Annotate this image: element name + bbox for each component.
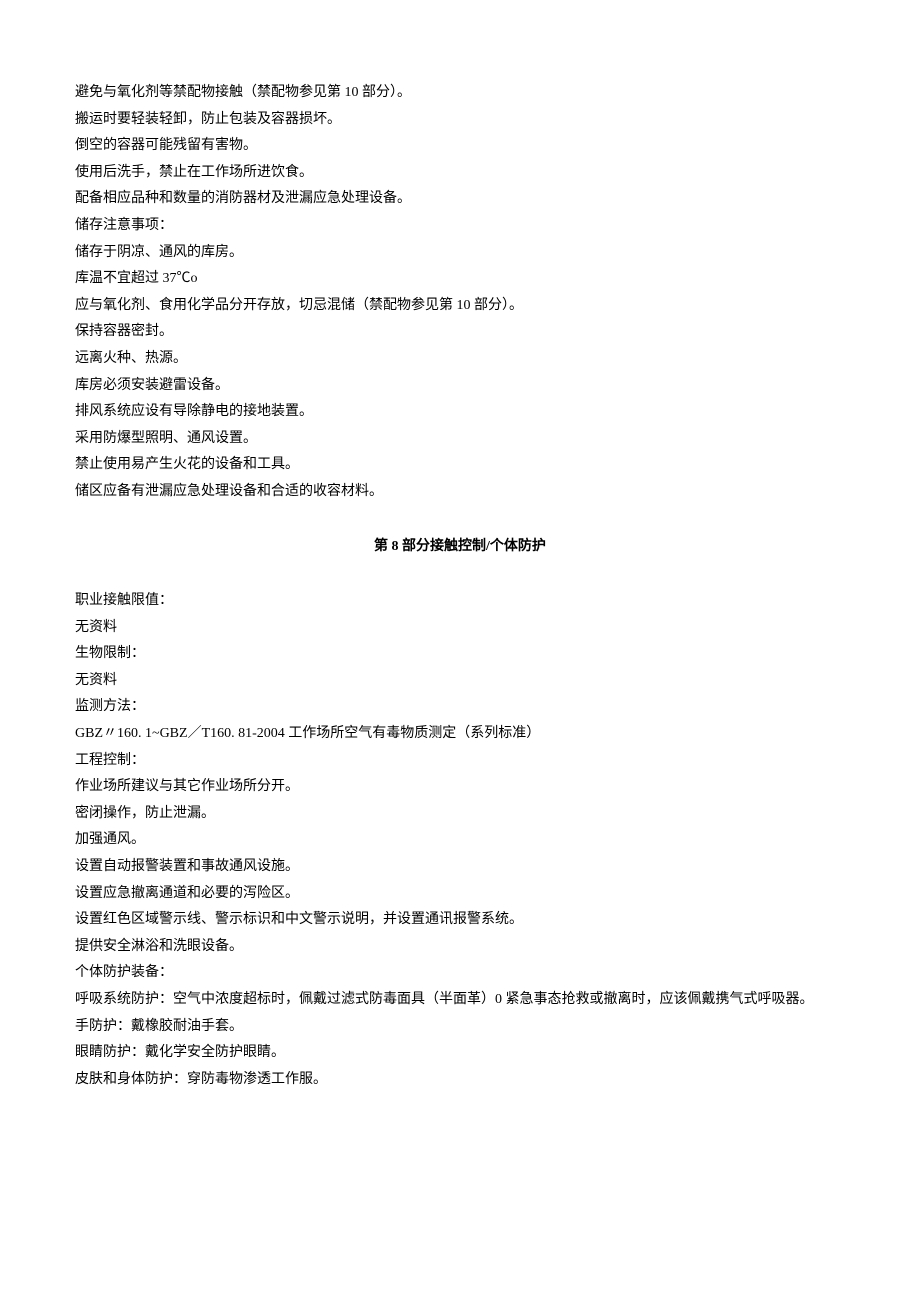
title-number: 8 bbox=[392, 539, 399, 554]
text-line: 提供安全淋浴和洗眼设备。 bbox=[75, 934, 845, 961]
text-line: 库温不宜超过 37℃o bbox=[75, 266, 845, 293]
text-line: 排风系统应设有导除静电的接地装置。 bbox=[75, 399, 845, 426]
text-line: 远离火种、热源。 bbox=[75, 346, 845, 373]
text-line: 加强通风。 bbox=[75, 827, 845, 854]
text-line: 倒空的容器可能残留有害物。 bbox=[75, 133, 845, 160]
text-line: 皮肤和身体防护：穿防毒物渗透工作服。 bbox=[75, 1067, 845, 1094]
text-line: 设置应急撤离通道和必要的泻险区。 bbox=[75, 881, 845, 908]
text-line: 职业接触限值： bbox=[75, 588, 845, 615]
text-line: 个体防护装备： bbox=[75, 960, 845, 987]
title-suffix: 部分接触控制/个体防护 bbox=[399, 539, 546, 554]
text-line: 采用防爆型照明、通风设置。 bbox=[75, 426, 845, 453]
text-line: 储区应备有泄漏应急处理设备和合适的收容材料。 bbox=[75, 479, 845, 506]
text-line: 密闭操作，防止泄漏。 bbox=[75, 801, 845, 828]
text-line: 眼睛防护：戴化学安全防护眼睛。 bbox=[75, 1040, 845, 1067]
text-line: 保持容器密封。 bbox=[75, 319, 845, 346]
text-line: 生物限制： bbox=[75, 641, 845, 668]
text-line: 无资料 bbox=[75, 615, 845, 642]
text-line: 作业场所建议与其它作业场所分开。 bbox=[75, 774, 845, 801]
text-line: 手防护：戴橡胶耐油手套。 bbox=[75, 1014, 845, 1041]
text-line: 呼吸系统防护：空气中浓度超标时，佩戴过滤式防毒面具（半面革）0 紧急事态抢救或撤… bbox=[75, 987, 845, 1014]
title-prefix: 第 bbox=[374, 539, 392, 554]
document-body: 避免与氧化剂等禁配物接触（禁配物参见第 10 部分）。 搬运时要轻装轻卸，防止包… bbox=[75, 80, 845, 1093]
section-content-2: 职业接触限值： 无资料 生物限制： 无资料 监测方法： GBZ〃160. 1~G… bbox=[75, 588, 845, 1093]
text-line: 搬运时要轻装轻卸，防止包装及容器损坏。 bbox=[75, 107, 845, 134]
text-line: 避免与氧化剂等禁配物接触（禁配物参见第 10 部分）。 bbox=[75, 80, 845, 107]
text-line: 配备相应品种和数量的消防器材及泄漏应急处理设备。 bbox=[75, 186, 845, 213]
text-line: 禁止使用易产生火花的设备和工具。 bbox=[75, 452, 845, 479]
text-line: 应与氧化剂、食用化学品分开存放，切忌混储（禁配物参见第 10 部分）。 bbox=[75, 293, 845, 320]
text-line: 工程控制： bbox=[75, 748, 845, 775]
text-line: 无资料 bbox=[75, 668, 845, 695]
text-line: 监测方法： bbox=[75, 694, 845, 721]
text-line: 库房必须安装避雷设备。 bbox=[75, 373, 845, 400]
text-line: 储存注意事项： bbox=[75, 213, 845, 240]
text-line: 设置红色区域警示线、警示标识和中文警示说明，并设置通讯报警系统。 bbox=[75, 907, 845, 934]
text-line: 设置自动报警装置和事故通风设施。 bbox=[75, 854, 845, 881]
text-line: GBZ〃160. 1~GBZ／T160. 81-2004 工作场所空气有毒物质测… bbox=[75, 721, 845, 748]
text-line: 储存于阴凉、通风的库房。 bbox=[75, 240, 845, 267]
text-line: 使用后洗手，禁止在工作场所进饮食。 bbox=[75, 160, 845, 187]
section-content-1: 避免与氧化剂等禁配物接触（禁配物参见第 10 部分）。 搬运时要轻装轻卸，防止包… bbox=[75, 80, 845, 506]
section-8-title: 第 8 部分接触控制/个体防护 bbox=[75, 534, 845, 561]
